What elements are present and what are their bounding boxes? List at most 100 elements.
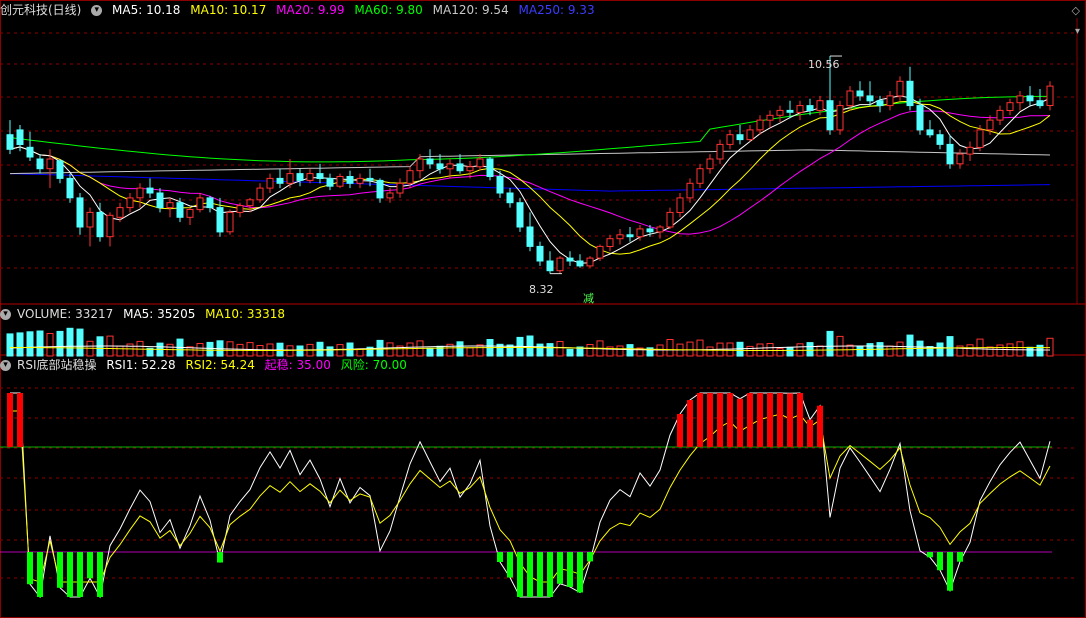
candlestick [766, 110, 774, 128]
volume-header: ▾ VOLUME: 33217 MA5: 35205 MA10: 33318 [0, 306, 291, 322]
candlestick [416, 154, 424, 179]
candle-body [536, 245, 544, 262]
candlestick [686, 178, 694, 203]
candlestick [106, 212, 114, 247]
candle-body [166, 202, 174, 209]
candle-body [446, 163, 454, 170]
candlestick [86, 207, 94, 247]
diamond-icon[interactable]: ◇ [1072, 4, 1080, 17]
candlestick [1026, 86, 1034, 106]
volume-bar [626, 344, 634, 357]
volume-bar [816, 345, 824, 357]
rsi-stable-bar [87, 552, 93, 579]
candle-body [626, 234, 634, 238]
rsi-stable-bar [537, 552, 543, 597]
candlestick [466, 160, 474, 179]
candle-body [946, 143, 954, 165]
volume-bar [526, 335, 534, 357]
candlestick [266, 173, 274, 193]
chevron-down-icon[interactable]: ▾ [1075, 26, 1080, 37]
candlestick [1006, 98, 1014, 116]
candlestick [626, 227, 634, 242]
stock-title: 创元科技(日线) [0, 3, 82, 17]
candle-body [156, 192, 164, 209]
candle-body [606, 238, 614, 247]
candlestick [1036, 89, 1044, 109]
volume-bar [296, 345, 304, 357]
ma20-label: MA20: 9.99 [276, 3, 345, 17]
candle-body [586, 257, 594, 267]
candlestick [606, 234, 614, 252]
candle-body [556, 257, 564, 272]
candle-body [636, 228, 644, 238]
rsi-risk-bar [687, 400, 693, 447]
candlestick [306, 168, 314, 184]
candle-body [386, 192, 394, 199]
volume-bar [776, 348, 784, 357]
low-price-label: 8.32 [529, 283, 554, 296]
volume-bar [746, 345, 754, 357]
volume-bar [76, 328, 84, 357]
volume-bar [56, 330, 64, 357]
candle-body [76, 197, 84, 228]
volume-bar [566, 348, 574, 357]
candlestick [326, 173, 334, 191]
rsi-stable-bar [547, 552, 553, 597]
volume-bar [696, 339, 704, 357]
candle-body [576, 260, 584, 267]
candle-body [896, 80, 904, 97]
candlestick [696, 163, 704, 189]
candle-body [936, 134, 944, 145]
candlestick [296, 168, 304, 187]
candle-body [916, 105, 924, 131]
high-price-label: 10.56 [808, 58, 840, 71]
candle-body [716, 143, 724, 160]
rsi-risk-bar [777, 393, 783, 447]
chevron-down-icon[interactable]: ▾ [91, 5, 103, 16]
candlestick [1016, 91, 1024, 111]
rsi-stable-bar [577, 552, 583, 593]
volume-bar [786, 346, 794, 357]
rsi2-label: RSI2: 54.24 [185, 358, 255, 372]
rsi-risk-bar [747, 393, 753, 447]
candlestick [616, 228, 624, 245]
candle-body [616, 234, 624, 240]
candlestick [946, 134, 954, 169]
rsi-stable-bar [77, 552, 83, 597]
candle-body [216, 207, 224, 233]
candlestick [776, 105, 784, 123]
volume-bar [536, 343, 544, 357]
candlestick [876, 95, 884, 113]
candle-body [526, 226, 534, 247]
chevron-down-icon[interactable]: ▾ [0, 309, 11, 320]
candle-body [26, 146, 34, 158]
candlestick [716, 139, 724, 164]
candlestick [536, 241, 544, 266]
candle-body [1026, 95, 1034, 102]
ma120-label: MA120: 9.54 [432, 3, 509, 17]
candle-body [396, 182, 404, 194]
rsi-stable-bar [37, 552, 43, 597]
volume-bar [546, 343, 554, 357]
rsi-risk-bar [7, 393, 13, 447]
rsi-stable-bar [27, 552, 33, 585]
candlestick [956, 149, 964, 169]
volume-ma10-label: MA10: 33318 [205, 307, 286, 321]
chevron-down-icon[interactable]: ▾ [0, 360, 11, 371]
candle-body [306, 173, 314, 181]
candlestick [676, 193, 684, 218]
candlestick [486, 157, 494, 181]
candle-body [836, 105, 844, 131]
candle-body [406, 170, 414, 184]
candle-body [286, 173, 294, 184]
candlestick [796, 100, 804, 121]
volume-bar [656, 344, 664, 357]
candle-body [126, 197, 134, 209]
candlestick [586, 256, 594, 268]
candlestick [286, 159, 294, 189]
candle-body [656, 226, 664, 233]
candlestick [516, 197, 524, 232]
ma10-label: MA10: 10.17 [190, 3, 267, 17]
candle-body [666, 211, 674, 228]
candlestick [556, 256, 564, 274]
